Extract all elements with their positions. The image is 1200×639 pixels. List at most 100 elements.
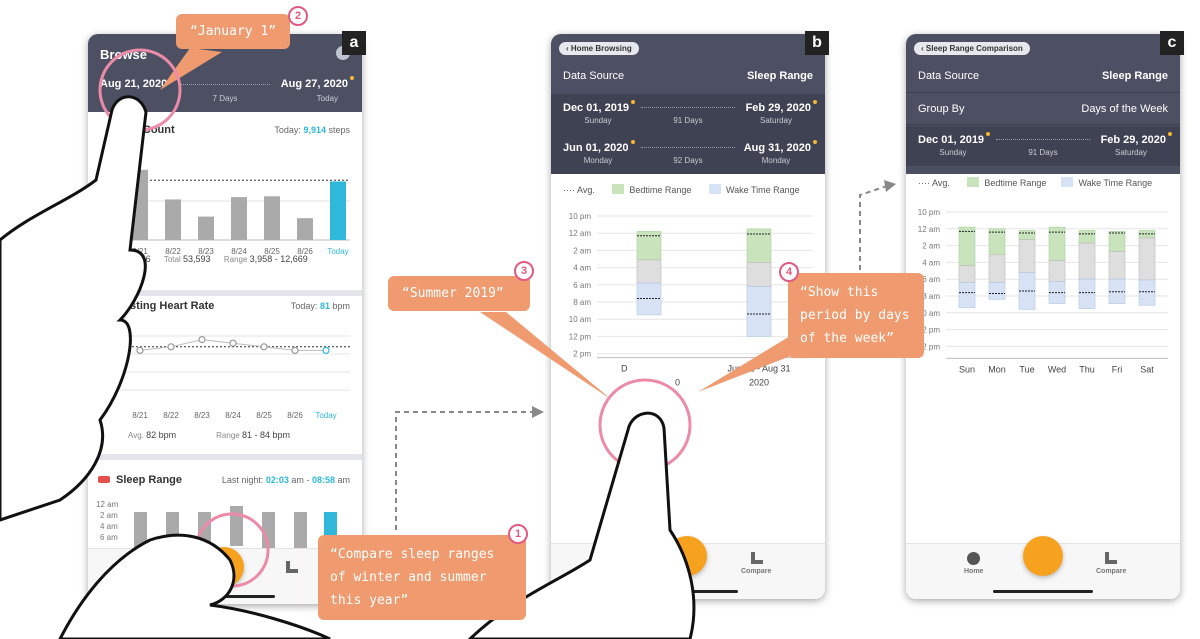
callout-2-text: “January 1” xyxy=(190,24,277,39)
step-badge-2: 2 xyxy=(288,6,308,26)
legend-wake-label: Wake Time Range xyxy=(725,185,800,195)
compare-icon[interactable] xyxy=(1105,552,1117,564)
period-1-end-sub: Saturday xyxy=(759,116,793,125)
compare-nav-label[interactable]: Compare xyxy=(1096,568,1126,575)
wake-range-bar xyxy=(988,282,1006,300)
range-dots xyxy=(180,84,270,85)
hr-range-label: Range xyxy=(216,431,240,440)
end-date-sub: Today xyxy=(316,94,338,103)
legend-bedtime: Bedtime Range xyxy=(612,184,692,195)
step-today: Today: 9,914 steps xyxy=(274,125,350,135)
period-2-start: Jun 01, 2020 xyxy=(563,142,629,154)
bottom-nav: Home Compare xyxy=(906,536,1180,599)
step-badge-3: 3 xyxy=(514,261,534,281)
x-tick-label: Today xyxy=(315,411,336,420)
y-tick-label: 2 pm xyxy=(573,350,591,359)
bottom-nav: Compare xyxy=(551,536,825,599)
start-date[interactable]: Aug 21, 2020 xyxy=(100,78,167,90)
x-tick-label: 8/24 xyxy=(225,411,241,420)
sleep-bar xyxy=(134,512,147,552)
bedtime-range-bar xyxy=(988,228,1006,256)
sleep-core-bar xyxy=(1138,237,1156,281)
legend-avg-label: Avg. xyxy=(577,185,595,195)
hr-today-unit: bpm xyxy=(332,301,350,311)
sleep-core-bar xyxy=(1048,260,1066,283)
y-tick-label: 0 xyxy=(110,236,115,245)
heart-rate-point xyxy=(167,343,175,351)
heart-rate-point xyxy=(198,336,206,344)
y-tick-label: 12 am xyxy=(569,229,592,238)
wake-range-bar xyxy=(958,282,976,309)
bedtime-range-bar xyxy=(1108,231,1126,252)
x-tick-label: Mon xyxy=(988,364,1006,374)
flow-arrow-head xyxy=(532,406,544,418)
microphone-button[interactable] xyxy=(667,536,707,576)
heart-rate-point xyxy=(322,346,330,354)
phone-screen-compare: ‹ Home Browsing Data Source Sleep Range … xyxy=(551,34,825,599)
date-marker xyxy=(813,140,817,144)
heart-rate-point xyxy=(136,346,144,354)
weekday-header: ‹ Sleep Range Comparison Data Source Sle… xyxy=(906,34,1180,174)
legend-bedtime-label: Bedtime Range xyxy=(629,185,692,195)
step-count-card[interactable]: Step Count Today: 9,914 steps 5k 0 8/21 8/2… xyxy=(88,112,362,290)
step-badge-4: 4 xyxy=(779,262,799,282)
step-today-value: 9,914 xyxy=(303,125,326,135)
heart-rate-point xyxy=(229,339,237,347)
period-1[interactable]: Dec 01, 2019 Sunday 91 Days Feb 29, 2020… xyxy=(551,94,825,134)
x-tick-label: Wed xyxy=(1048,364,1066,374)
compare-icon[interactable] xyxy=(286,561,298,573)
period-end: Feb 29, 2020 xyxy=(1100,134,1166,146)
home-nav-label[interactable]: Home xyxy=(964,568,983,575)
heart-rate-card[interactable]: ❤ Resting Heart Rate Today: 81 bpm 85 80 7… xyxy=(88,296,362,456)
y-tick-label: 80 xyxy=(106,350,115,359)
callout-3-text: “Summer 2019” xyxy=(402,286,504,301)
legend-avg-label: Avg. xyxy=(932,178,950,188)
y-tick-label: 85 xyxy=(106,332,115,341)
microphone-button[interactable] xyxy=(1023,536,1063,576)
step-bar xyxy=(132,169,148,240)
y-tick-label: 75 xyxy=(106,368,115,377)
start-date-marker xyxy=(170,76,174,80)
chevron-left-icon: ‹ xyxy=(566,44,569,53)
date-marker xyxy=(813,100,817,104)
divider xyxy=(906,92,1180,93)
flow-arrow-head xyxy=(884,180,896,192)
legend-avg: ···· Avg. xyxy=(563,185,595,195)
x-tick-label: Jun 01 - Aug 31 xyxy=(727,364,790,374)
microphone-button[interactable] xyxy=(204,547,244,587)
speech-callout-2: “January 1” xyxy=(176,14,291,49)
y-tick-label: 8 am xyxy=(922,292,940,301)
heart-rate-point xyxy=(260,343,268,351)
bedtime-range-bar xyxy=(1018,230,1036,241)
hr-avg-value: 82 bpm xyxy=(146,430,177,440)
x-tick-label: 2020 xyxy=(749,378,769,388)
step-bar xyxy=(264,196,280,240)
period-2[interactable]: Jun 01, 2020 Monday 92 Days Aug 31, 2020… xyxy=(551,134,825,174)
y-tick-label: 6 am xyxy=(573,281,591,290)
legend-bedtime: Bedtime Range xyxy=(967,177,1046,188)
compare-nav-label[interactable]: Compare xyxy=(741,568,771,575)
compare-icon[interactable] xyxy=(751,552,763,564)
sleep-core-bar xyxy=(636,259,662,284)
bedtime-range-bar xyxy=(1078,230,1096,244)
step-card-title: Step Count xyxy=(116,124,175,136)
phone-screen-browse: Browse Aug 21, 2020 7 Days Aug 27, 2020 … xyxy=(88,34,362,604)
range-dots xyxy=(641,147,735,148)
date-marker xyxy=(986,132,990,136)
period[interactable]: Dec 01, 2019 Sunday 91 Days Feb 29, 2020… xyxy=(906,126,1180,166)
pie-chart-icon[interactable] xyxy=(967,552,980,565)
back-button[interactable]: ‹ Home Browsing xyxy=(559,42,639,55)
step-total-label: Total xyxy=(163,255,181,264)
panel-label-b: b xyxy=(805,31,829,55)
end-date[interactable]: Aug 27, 2020 xyxy=(281,78,348,90)
x-tick-label: 0 xyxy=(675,378,680,388)
period-1-end: Feb 29, 2020 xyxy=(745,102,811,114)
step-avg-value: 7,656 xyxy=(128,254,151,264)
data-source-value: Sleep Range xyxy=(1101,70,1168,82)
step-avg-label: Avg. xyxy=(110,255,126,264)
sleep-core-bar xyxy=(1108,251,1126,280)
sleep-core-bar xyxy=(746,262,772,287)
page-title: Browse xyxy=(100,47,147,62)
back-button[interactable]: ‹ Sleep Range Comparison xyxy=(914,42,1030,55)
panel-label-a: a xyxy=(342,31,366,55)
